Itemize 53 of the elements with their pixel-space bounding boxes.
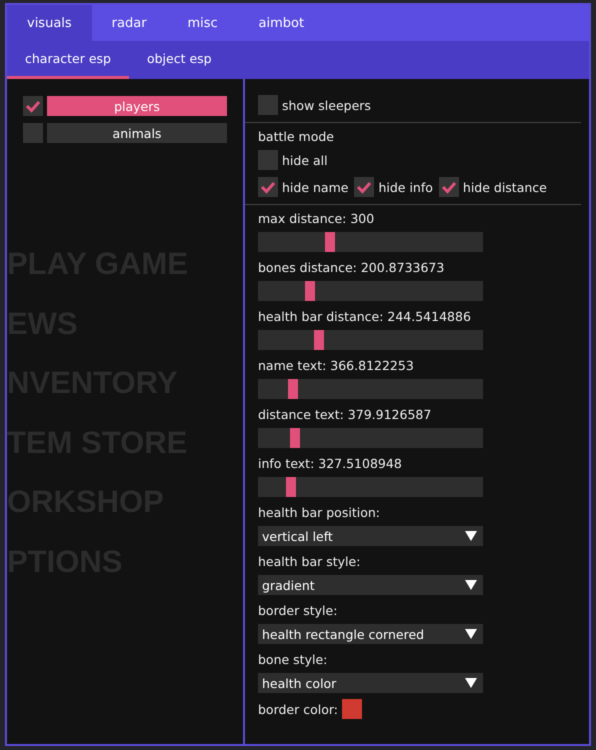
dropdown-label: health bar position: — [258, 504, 380, 520]
section-heading: battle mode — [258, 128, 334, 144]
checkbox[interactable] — [258, 177, 278, 197]
checkbox[interactable] — [23, 96, 43, 116]
caret-icon — [465, 678, 477, 688]
caret-icon — [465, 629, 477, 639]
caret-icon — [465, 531, 477, 541]
dropdown[interactable]: health color — [258, 673, 483, 693]
list-item[interactable]: players — [47, 96, 227, 116]
slider[interactable] — [258, 330, 483, 350]
slider-label: name text: 366.8122253 — [258, 358, 414, 372]
caret-icon — [465, 580, 477, 590]
checkbox-label: hide info — [378, 180, 433, 194]
list-item[interactable]: animals — [47, 123, 227, 143]
dropdown-label: health bar style: — [258, 554, 360, 568]
checkbox-label: show sleepers — [282, 98, 371, 112]
slider-label: distance text: 379.9126587 — [258, 406, 432, 422]
slider-thumb[interactable] — [288, 379, 298, 399]
slider-thumb[interactable] — [305, 281, 316, 301]
checkbox[interactable] — [258, 95, 278, 115]
checkbox-label: hide name — [282, 180, 348, 194]
tab[interactable]: aimbot — [238, 5, 324, 41]
slider-thumb[interactable] — [324, 232, 335, 252]
checkbox[interactable] — [258, 150, 278, 170]
dropdown-label: bone style: — [258, 652, 328, 666]
slider-label: info text: 327.5108948 — [258, 456, 402, 470]
checkbox[interactable] — [23, 123, 43, 143]
slider-thumb[interactable] — [290, 428, 300, 448]
slider[interactable] — [258, 477, 483, 497]
slider[interactable] — [258, 281, 483, 301]
tab[interactable]: visuals — [7, 5, 92, 41]
slider-thumb[interactable] — [314, 330, 324, 350]
subtab[interactable]: character esp — [7, 41, 129, 79]
dropdown[interactable]: gradient — [258, 575, 483, 595]
slider[interactable] — [258, 232, 483, 252]
slider-thumb[interactable] — [286, 477, 296, 497]
checkbox[interactable] — [438, 177, 459, 197]
dropdown-label: border style: — [258, 602, 338, 618]
tab[interactable]: misc — [166, 5, 239, 41]
slider[interactable] — [258, 428, 483, 448]
dropdown[interactable]: health rectangle cornered — [258, 624, 483, 644]
checkbox-label: hide all — [282, 152, 328, 168]
subtab[interactable]: object esp — [128, 41, 230, 79]
slider[interactable] — [258, 379, 483, 399]
checkbox[interactable] — [354, 177, 374, 197]
slider-label: max distance: 300 — [258, 210, 374, 226]
dropdown[interactable]: vertical left — [258, 526, 483, 546]
checkbox-label: hide distance — [462, 180, 547, 194]
slider-label: health bar distance: 244.5414886 — [258, 308, 471, 324]
color-label: border color: — [258, 702, 338, 716]
tab[interactable]: radar — [92, 5, 167, 41]
color-swatch[interactable] — [342, 699, 362, 719]
slider-label: bones distance: 200.8733673 — [258, 260, 444, 274]
